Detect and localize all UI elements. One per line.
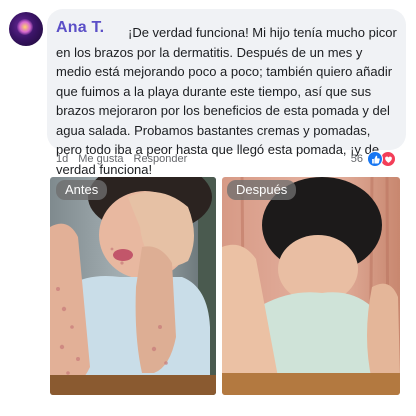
reactions[interactable]: 56 <box>351 151 396 167</box>
reaction-count: 56 <box>350 153 363 165</box>
comment-bubble: Ana T. ¡De verdad funciona! Mi hijo tení… <box>47 9 406 177</box>
after-label: Después <box>227 180 297 200</box>
after-photo[interactable]: Después <box>222 177 400 395</box>
after-photo-image <box>222 177 400 395</box>
before-photo[interactable]: Antes <box>50 177 216 395</box>
like-icon <box>367 151 383 167</box>
reply-button[interactable]: Responder <box>134 153 188 165</box>
comment-actions: 1d Me gusta Responder <box>56 151 187 167</box>
avatar[interactable] <box>9 12 43 46</box>
like-button[interactable]: Me gusta <box>78 153 123 165</box>
comment-time[interactable]: 1d <box>56 153 68 165</box>
before-label: Antes <box>56 180 108 200</box>
before-photo-image <box>50 177 216 395</box>
